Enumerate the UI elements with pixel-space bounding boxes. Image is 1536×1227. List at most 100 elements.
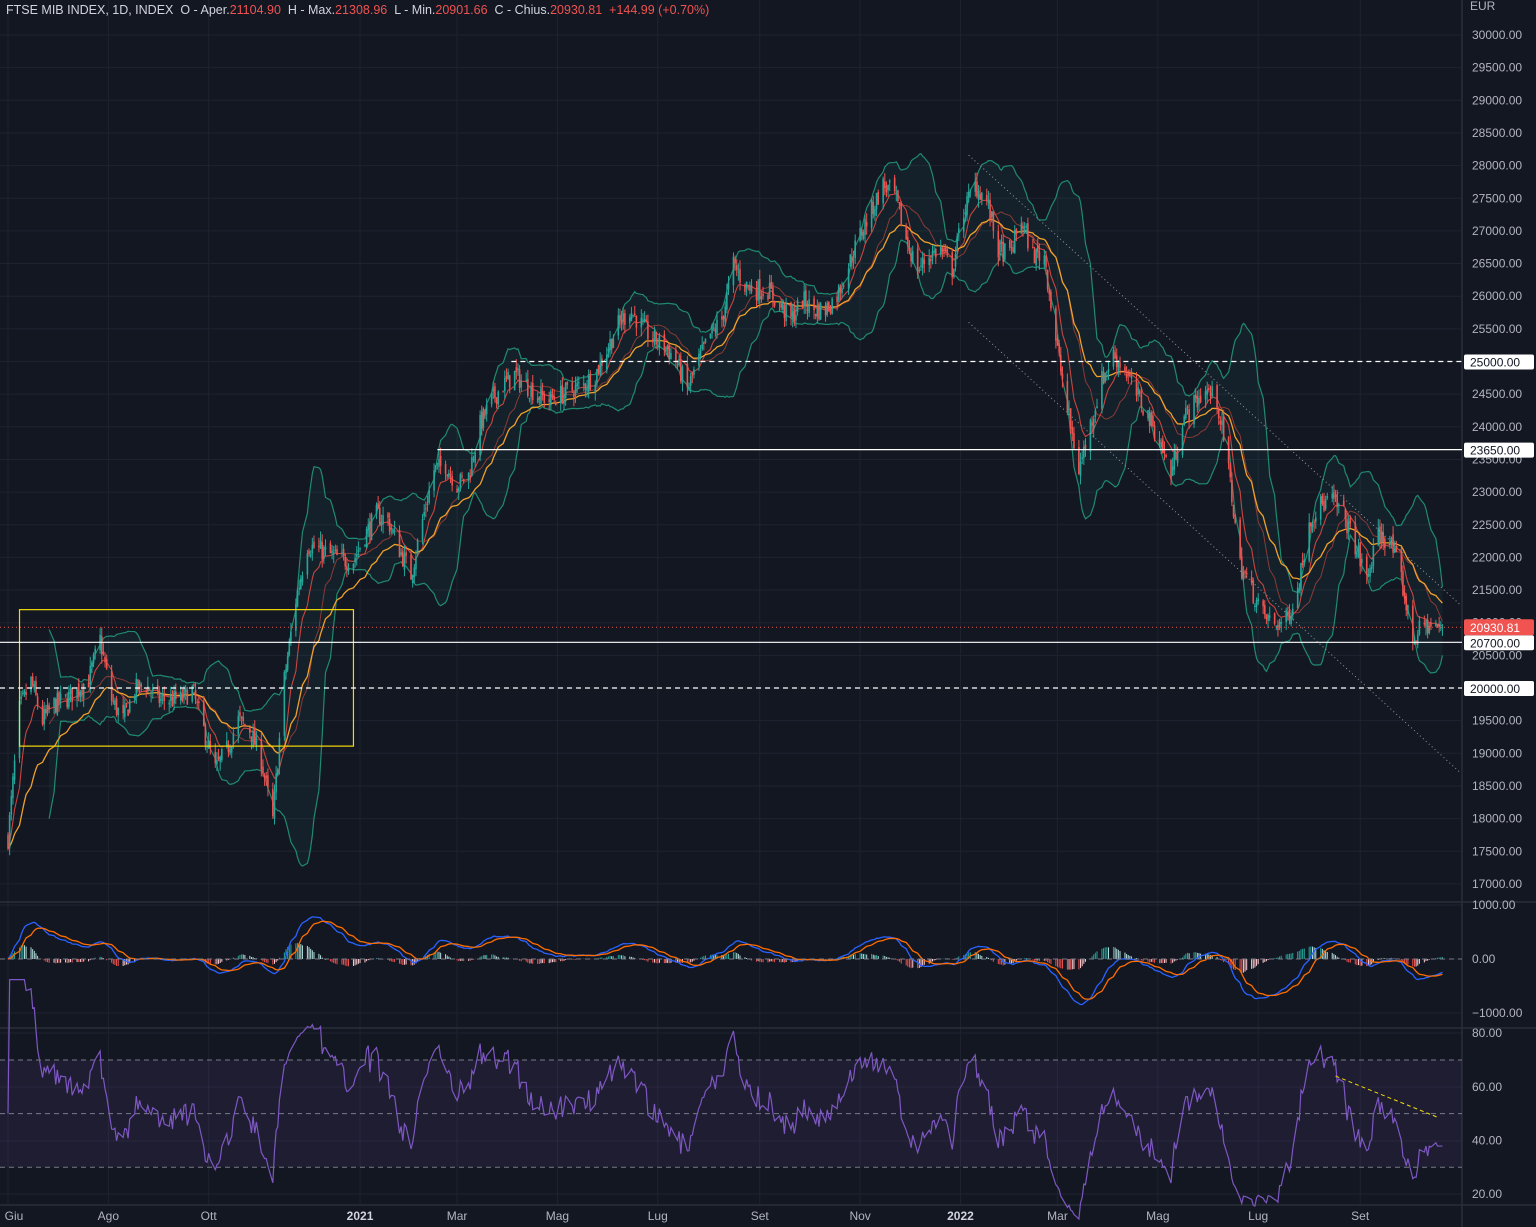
candle <box>831 296 833 315</box>
candle-body <box>1119 362 1121 368</box>
candle-body <box>128 700 131 713</box>
candle-body <box>1389 542 1391 546</box>
candle-body <box>265 776 268 778</box>
candle-body <box>112 700 115 702</box>
candle-body <box>596 369 598 384</box>
candle-body <box>525 380 527 382</box>
candle-body <box>724 306 727 322</box>
candle-body <box>33 684 36 690</box>
candle-body <box>513 370 516 391</box>
candle-body <box>1199 395 1202 403</box>
candle <box>1150 410 1153 427</box>
candle <box>1046 269 1049 293</box>
candle-body <box>59 693 62 701</box>
candle-body <box>1209 392 1212 396</box>
candle-body <box>1354 522 1357 555</box>
candle-body <box>517 368 519 371</box>
candle-body <box>425 508 427 510</box>
candle-body <box>331 550 333 553</box>
candle-body <box>1323 500 1325 511</box>
candle-body <box>262 766 264 774</box>
candle-body <box>882 178 884 204</box>
candle-body <box>553 396 555 400</box>
candle-body <box>76 687 78 699</box>
candle-body <box>874 208 876 216</box>
candle-body <box>1277 625 1279 630</box>
candle-body <box>1050 291 1052 309</box>
candle-body <box>370 514 373 541</box>
candle-body <box>221 748 223 761</box>
candle-body <box>930 259 932 262</box>
candle-body <box>701 344 703 349</box>
candle-body <box>852 259 855 261</box>
candle-body <box>808 299 810 313</box>
candle-body <box>1303 559 1306 563</box>
candle <box>416 538 419 557</box>
candle-body <box>1392 534 1394 553</box>
candle-body <box>413 567 416 578</box>
candle-body <box>1369 568 1371 577</box>
candle-body <box>520 380 523 388</box>
candle-body <box>589 373 592 390</box>
candle-body <box>459 474 462 488</box>
candle-body <box>1104 372 1107 382</box>
candle-body <box>609 339 611 351</box>
price-tick: 21500.00 <box>1472 583 1522 597</box>
candle-body <box>737 271 740 273</box>
candle-body <box>816 305 819 318</box>
candle-body <box>1060 355 1062 372</box>
candle-body <box>311 544 314 554</box>
candle-body <box>1263 605 1266 615</box>
candle-body <box>576 382 578 387</box>
candle-body <box>367 523 370 531</box>
candle-body <box>1002 241 1005 263</box>
candle-body <box>1278 621 1281 628</box>
candle-body <box>908 247 911 252</box>
candle-body <box>1150 412 1153 426</box>
candle-body <box>1124 367 1126 373</box>
candle-body <box>1091 422 1093 426</box>
candle-body <box>1165 454 1167 457</box>
candle-body <box>495 397 498 404</box>
candle-body <box>469 475 472 477</box>
candle-body <box>1349 518 1352 524</box>
time-tick: Mag <box>1146 1209 1169 1223</box>
candle-body <box>745 281 748 289</box>
candle-body <box>1013 230 1016 253</box>
close-label: C - Chius. <box>494 3 551 17</box>
time-tick: Ago <box>98 1209 120 1223</box>
candle-body <box>1020 223 1023 234</box>
candle-body <box>1096 406 1098 409</box>
candle-body <box>551 394 554 398</box>
candle-body <box>870 199 873 228</box>
candle-body <box>907 236 909 247</box>
candle-body <box>1319 496 1322 520</box>
candle-body <box>1245 572 1248 575</box>
candle-body <box>375 504 378 515</box>
candle-body <box>216 760 218 764</box>
candle-body <box>56 692 59 715</box>
candle-body <box>806 309 809 311</box>
candle-body <box>69 687 72 694</box>
candle-body <box>732 256 735 286</box>
candle-body <box>365 528 368 548</box>
candle-body <box>887 184 889 191</box>
price-tick: 25500.00 <box>1472 322 1522 336</box>
candle-body <box>288 641 291 655</box>
candle-body <box>643 318 646 322</box>
candle-body <box>624 313 626 325</box>
price-chart[interactable]: 30000.00 29500.00 29000.00 28500.00 28000.00… <box>0 0 1536 1227</box>
candle-body <box>242 717 245 722</box>
candle-body <box>987 199 990 203</box>
candle-body <box>1186 406 1189 408</box>
candle-body <box>255 736 258 748</box>
candle <box>479 410 481 462</box>
candle-body <box>461 475 463 477</box>
candle-body <box>446 474 449 477</box>
candle <box>1050 289 1052 312</box>
candle-body <box>321 542 323 560</box>
candle-body <box>767 295 769 300</box>
candle-body <box>1173 450 1176 470</box>
candle-body <box>1083 446 1085 458</box>
candle-body <box>530 385 532 398</box>
